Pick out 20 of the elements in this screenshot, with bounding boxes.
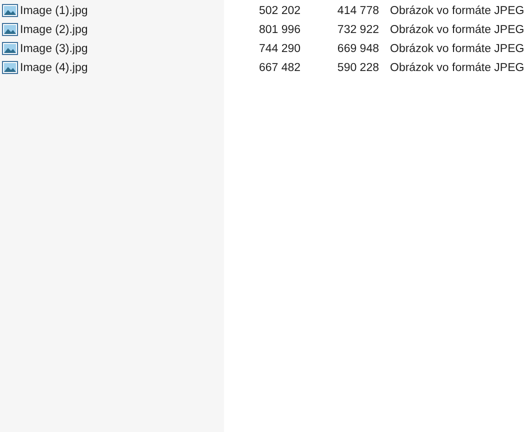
file-type: Obrázok vo formáte JPEG	[390, 24, 524, 36]
table-cell: 590 228	[337, 62, 379, 74]
file-type: Obrázok vo formáte JPEG	[390, 4, 524, 16]
image-file-icon	[2, 61, 18, 74]
file-name[interactable]: Image (1).jpg	[20, 4, 88, 16]
image-file-icon	[2, 4, 18, 17]
table-cell: 801 996	[259, 24, 301, 36]
image-file-icon	[2, 42, 18, 55]
table-cell: 669 948	[337, 42, 379, 54]
table-cell: 732 922	[337, 24, 379, 36]
file-name[interactable]: Image (3).jpg	[20, 42, 88, 54]
table-cell: 667 482	[259, 62, 301, 74]
file-type: Obrázok vo formáte JPEG	[390, 42, 524, 54]
table-cell: 414 778	[337, 4, 379, 16]
table-cell: 744 290	[259, 42, 301, 54]
file-type: Obrázok vo formáte JPEG	[390, 62, 524, 74]
file-name[interactable]: Image (2).jpg	[20, 24, 88, 36]
table-cell: 502 202	[259, 4, 301, 16]
file-name[interactable]: Image (4).jpg	[20, 62, 88, 74]
image-file-icon	[2, 23, 18, 36]
